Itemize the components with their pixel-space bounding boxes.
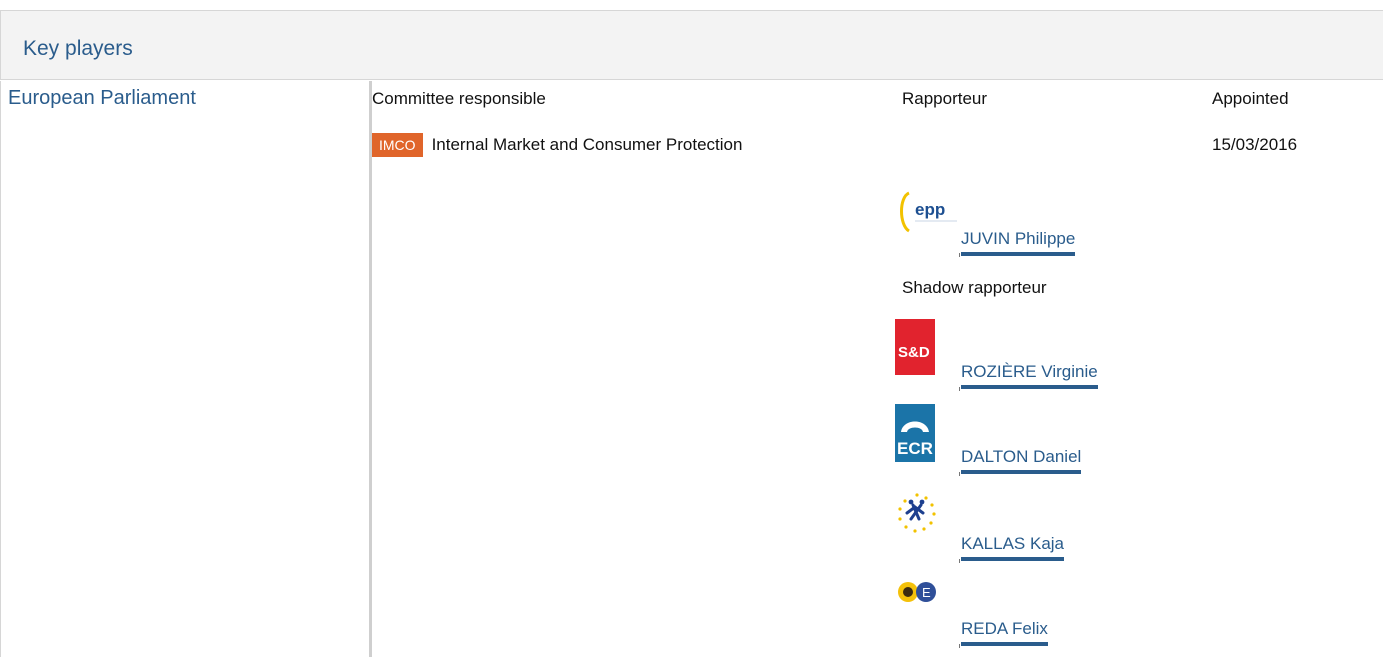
shadow-rapporteur-link[interactable]: REDA Felix [961,619,1048,646]
key-players-header: Key players [0,10,1383,80]
appointed-date: 15/03/2016 [1212,135,1298,154]
column-header-committee: Committee responsible [372,89,546,108]
committee-row: IMCO Internal Market and Consumer Protec… [372,133,742,157]
key-players-body: European Parliament Committee responsibl… [0,81,1383,657]
link-marker [959,472,960,476]
link-marker [959,644,960,648]
committee-abbr-badge[interactable]: IMCO [372,133,423,157]
svg-text:ECR: ECR [897,439,933,458]
svg-text:S&D: S&D [898,344,930,361]
shadow-rapporteur-link[interactable]: KALLAS Kaja [961,534,1065,561]
institution-panel: European Parliament [0,81,372,657]
sd-logo-icon: S&D [895,319,935,375]
greens-efa-logo-icon: E [898,582,936,602]
svg-text:E: E [922,585,931,600]
shadow-rapporteur-label: Shadow rapporteur [902,278,1047,297]
column-header-appointed: Appointed [1212,89,1289,108]
epp-logo-icon: epp [895,185,963,245]
section-title: Key players [23,37,133,60]
rapporteur-link[interactable]: JUVIN Philippe [961,229,1076,256]
shadow-rapporteur-entry: KALLAS Kaja [895,491,1155,567]
shadow-rapporteur-link[interactable]: DALTON Daniel [961,447,1082,474]
svg-text:epp: epp [915,200,945,219]
institution-name: European Parliament [8,87,196,109]
committee-name: Internal Market and Consumer Protection [431,135,743,154]
alde-logo-icon [895,491,941,537]
shadow-rapporteur-entry: S&D ROZIÈRE Virginie [895,319,1155,395]
link-marker [959,559,960,563]
shadow-rapporteur-entry: E REDA Felix [895,576,1155,652]
rapporteur-entry: epp JUVIN Philippe [895,185,1155,261]
link-marker [959,253,960,257]
page-top-spacing [0,0,1383,10]
column-header-rapporteur: Rapporteur [902,89,988,108]
shadow-rapporteur-entry: ECR DALTON Daniel [895,404,1155,480]
ecr-logo-icon: ECR [895,404,935,462]
shadow-rapporteur-link[interactable]: ROZIÈRE Virginie [961,362,1098,389]
link-marker [959,387,960,391]
